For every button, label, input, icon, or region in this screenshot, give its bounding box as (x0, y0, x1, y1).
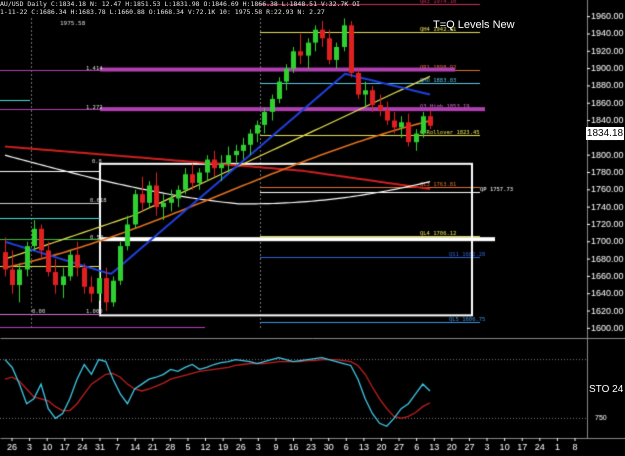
ohlc-header: AU/USD Daily C:1834.18 N: 12.47 H:1851.5… (0, 0, 360, 16)
ohlc-line-2: 1-11-22 C:1686.34 H:1683.78 L:1660.88 O:… (0, 8, 325, 16)
ohlc-line: AU/USD Daily C:1834.18 N: 12.47 H:1851.5… (0, 0, 361, 8)
current-price-badge: 1834.18 (586, 127, 624, 140)
oscillator-label: STO 24 (589, 384, 624, 395)
price-chart[interactable] (0, 0, 625, 456)
indicator-title: T=Q Levels New (433, 19, 515, 31)
